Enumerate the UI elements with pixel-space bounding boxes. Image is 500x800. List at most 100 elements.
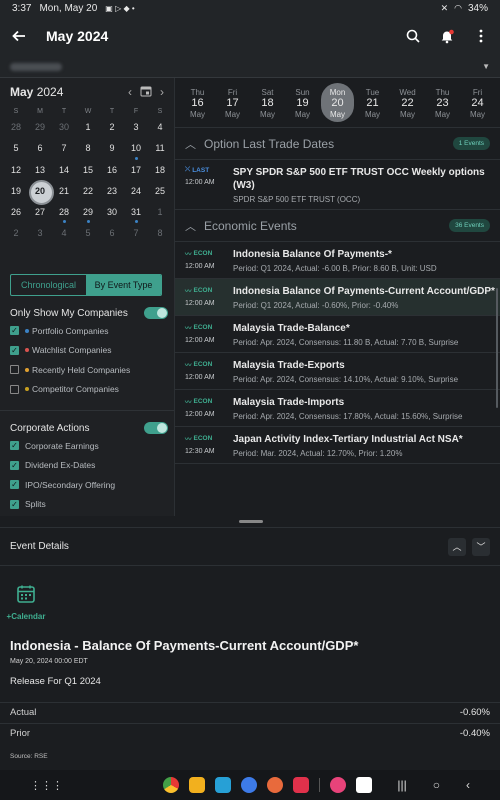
calendar-day[interactable]: 25 — [148, 182, 172, 203]
calendar-day[interactable]: 6 — [100, 224, 124, 245]
option-group-header[interactable]: ︿ Option Last Trade Dates 1 Events — [175, 128, 500, 160]
video-app-icon[interactable] — [293, 777, 309, 793]
calendar-day[interactable]: 7 — [52, 139, 76, 160]
app-drawer-icon[interactable]: ⋮⋮⋮ — [30, 779, 63, 792]
chevron-up-icon[interactable]: ︿ — [185, 218, 196, 234]
calendar-day[interactable]: 27 — [28, 203, 52, 224]
chronological-tab[interactable]: Chronological — [11, 275, 86, 295]
week-day[interactable]: Fri 24 May — [460, 78, 495, 127]
calendar-day[interactable]: 29 — [76, 203, 100, 224]
calendar-day[interactable]: 6 — [28, 139, 52, 160]
checkbox-checked[interactable]: ✓ — [10, 460, 19, 470]
search-icon[interactable] — [404, 27, 422, 45]
prev-month-icon[interactable]: ‹ — [128, 85, 132, 99]
back-arrow-icon[interactable] — [10, 27, 28, 45]
event-row[interactable]: 〰 ECON 12:00 AM Indonesia Balance Of Paymen… — [175, 242, 500, 279]
calendar-day[interactable]: 13 — [28, 161, 52, 182]
filter-option[interactable]: ✓ Portfolio Companies — [10, 321, 168, 341]
event-row[interactable]: 〰 ECON 12:00 AM Indonesia Balance Of Paymen… — [175, 279, 500, 316]
calendar-day[interactable]: 28 — [4, 118, 28, 139]
collapse-up-button[interactable]: ︿ — [448, 537, 466, 556]
files-app-icon[interactable] — [189, 777, 205, 793]
calendar-day[interactable]: 5 — [4, 139, 28, 160]
checkbox-checked[interactable]: ✓ — [10, 326, 19, 336]
calendar-day[interactable]: 11 — [148, 139, 172, 160]
home-icon[interactable]: ○ — [433, 778, 440, 792]
checkbox-unchecked[interactable] — [10, 365, 19, 375]
filter-option[interactable]: ✓ Splits — [10, 495, 168, 515]
calendar-day[interactable]: 15 — [76, 161, 100, 182]
companies-filter-toggle[interactable] — [144, 307, 168, 319]
calendar-day[interactable]: 8 — [148, 224, 172, 245]
calendar-day[interactable]: 17 — [124, 161, 148, 182]
filter-option[interactable]: Recently Held Companies — [10, 360, 168, 380]
calendar-day[interactable]: 4 — [52, 224, 76, 245]
calendar-day[interactable]: 19 — [4, 182, 28, 203]
calendar-day[interactable]: 5 — [76, 224, 100, 245]
next-month-icon[interactable]: › — [160, 85, 164, 99]
event-row[interactable]: ⤫ LAST 12:00 AM SPY SPDR S&P 500 ETF TRUST … — [175, 160, 500, 210]
calendar-day[interactable]: 16 — [100, 161, 124, 182]
calendar-day[interactable]: 26 — [4, 203, 28, 224]
checkbox-checked[interactable]: ✓ — [10, 441, 19, 451]
calendar-day[interactable]: 7 — [124, 224, 148, 245]
week-day[interactable]: Sun 19 May — [285, 78, 320, 127]
messages-app-icon[interactable] — [241, 777, 257, 793]
economic-group-header[interactable]: ︿ Economic Events 36 Events — [175, 210, 500, 242]
drag-handle[interactable] — [239, 520, 263, 523]
calendar-day[interactable]: 18 — [148, 161, 172, 182]
calendar-day[interactable]: 2 — [100, 118, 124, 139]
calendar-day[interactable]: 9 — [100, 139, 124, 160]
calendar-day[interactable]: 30 — [52, 118, 76, 139]
more-options-icon[interactable] — [472, 27, 490, 45]
checkbox-unchecked[interactable] — [10, 384, 19, 394]
calendar-day[interactable]: 10 — [124, 139, 148, 160]
week-day-selected[interactable]: Mon 20 May — [320, 78, 355, 127]
calendar-day[interactable]: 31 — [124, 203, 148, 224]
flower-app-icon[interactable] — [330, 777, 346, 793]
week-day[interactable]: Sat 18 May — [250, 78, 285, 127]
account-selector[interactable]: ▼ — [0, 56, 500, 78]
filter-option[interactable]: ✓ Watchlist Companies — [10, 341, 168, 361]
calendar-day[interactable]: 3 — [28, 224, 52, 245]
calendar-day[interactable]: 24 — [124, 182, 148, 203]
contacts-app-icon[interactable] — [267, 777, 283, 793]
calendar-day[interactable]: 22 — [76, 182, 100, 203]
calendar-day[interactable]: 21 — [52, 182, 76, 203]
chrome-app-icon[interactable] — [163, 777, 179, 793]
calendar-day[interactable]: 14 — [52, 161, 76, 182]
event-row[interactable]: 〰 ECON 12:00 AM Malaysia Trade-Balance* Peri… — [175, 316, 500, 353]
week-day[interactable]: Thu 16 May — [180, 78, 215, 127]
week-day[interactable]: Tue 21 May — [355, 78, 390, 127]
filter-option[interactable]: Competitor Companies — [10, 380, 168, 400]
today-calendar-icon[interactable] — [140, 85, 152, 100]
calendar-day[interactable]: 1 — [76, 118, 100, 139]
calendar-day[interactable]: 12 — [4, 161, 28, 182]
filter-option[interactable]: ✓ Dividend Ex-Dates — [10, 456, 168, 476]
checkbox-checked[interactable]: ✓ — [10, 499, 19, 509]
event-row[interactable]: 〰 ECON 12:00 AM Malaysia Trade-Exports Perio… — [175, 353, 500, 390]
event-row[interactable]: 〰 ECON 12:00 AM Malaysia Trade-Imports Perio… — [175, 390, 500, 427]
corporate-actions-toggle[interactable] — [144, 422, 168, 434]
event-row[interactable]: 〰 ECON 12:30 AM Japan Activity Index-Tertia… — [175, 427, 500, 464]
by-event-type-tab[interactable]: By Event Type — [86, 275, 161, 295]
notification-bell-icon[interactable] — [438, 27, 456, 45]
calendar-day[interactable]: 28 — [52, 203, 76, 224]
checkbox-checked[interactable]: ✓ — [10, 345, 19, 355]
calendar-app-icon[interactable] — [215, 777, 231, 793]
chevron-up-icon[interactable]: ︿ — [185, 136, 196, 152]
add-to-calendar-button[interactable]: +Calendar — [6, 584, 46, 621]
checkbox-checked[interactable]: ✓ — [10, 480, 19, 490]
week-day[interactable]: Thu 23 May — [425, 78, 460, 127]
chevron-down-icon[interactable]: ▼ — [482, 62, 490, 71]
calendar-day[interactable]: 1 — [148, 203, 172, 224]
calendar-day[interactable]: 30 — [100, 203, 124, 224]
calendar-day[interactable]: 3 — [124, 118, 148, 139]
scrollbar[interactable] — [496, 288, 498, 408]
week-day[interactable]: Fri 17 May — [215, 78, 250, 127]
back-nav-icon[interactable]: ‹ — [466, 778, 470, 792]
calendar-day[interactable]: 29 — [28, 118, 52, 139]
gmail-app-icon[interactable] — [356, 777, 372, 793]
filter-option[interactable]: ✓ Corporate Earnings — [10, 436, 168, 456]
recents-icon[interactable]: ||| — [397, 778, 406, 792]
